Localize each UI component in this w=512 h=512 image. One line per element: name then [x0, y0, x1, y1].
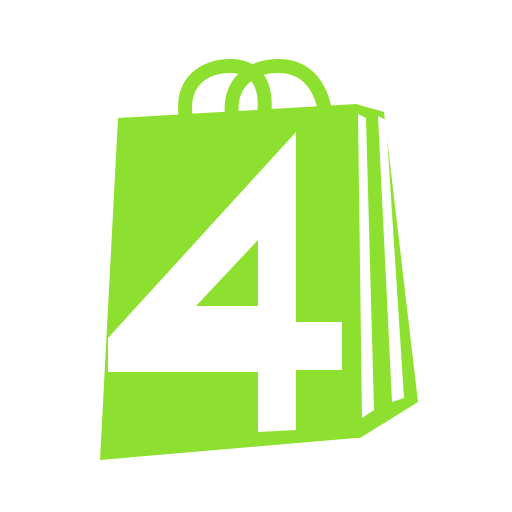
bag-front-panel [100, 104, 356, 460]
app-logo [0, 0, 512, 512]
shopping-bag-icon [100, 58, 418, 460]
